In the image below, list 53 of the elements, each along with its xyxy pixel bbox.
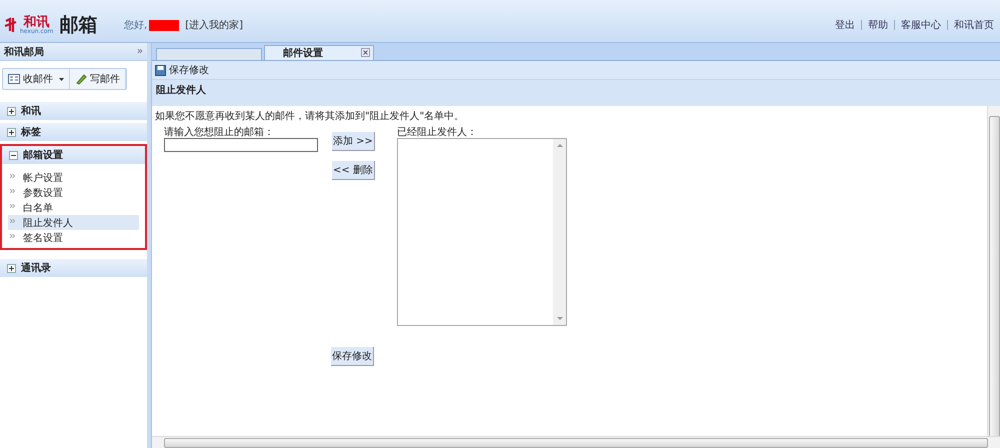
section-header[interactable]: 标签 (0, 123, 147, 141)
panel-title: 阻止发件人 (156, 85, 206, 96)
chevron-icon (10, 174, 15, 178)
chevron-icon (10, 204, 15, 208)
logo-brand: 和讯 (24, 16, 50, 28)
section-header[interactable]: 和讯 (0, 102, 147, 120)
blocked-list[interactable] (397, 138, 567, 326)
section-header[interactable]: 通讯录 (0, 259, 147, 277)
inbox-icon (8, 74, 20, 84)
header-link[interactable]: 客服中心 (901, 18, 941, 32)
chevron-icon (10, 234, 15, 238)
caret-icon (59, 78, 64, 80)
plus-icon (7, 128, 16, 136)
inbox-button[interactable]: 收邮件 (3, 69, 70, 89)
logo-product: 邮箱 (59, 13, 98, 38)
sidebar-item[interactable]: 参数设置 (8, 185, 139, 200)
header-link[interactable]: 帮助 (868, 18, 888, 32)
logo-icon (4, 17, 18, 33)
collapse-button[interactable]: » (136, 46, 143, 57)
greeting: 您好, (124, 19, 148, 32)
save-button[interactable]: 保存修改 (331, 347, 374, 366)
pencil-icon (75, 73, 87, 85)
header-link[interactable]: 登出 (835, 18, 855, 32)
home-link[interactable]: [进入我的家] (185, 18, 243, 32)
scroll-up-icon[interactable] (556, 144, 562, 147)
close-icon[interactable] (361, 48, 370, 57)
list-label: 已经阻止发件人： (397, 127, 478, 138)
remove-button[interactable]: << 删除 (332, 161, 375, 180)
scroll-down-icon[interactable] (556, 317, 562, 320)
minus-icon (9, 150, 18, 160)
tab[interactable] (156, 48, 262, 60)
chevron-icon (10, 188, 15, 192)
email-input[interactable] (164, 138, 318, 152)
vertical-scrollbar[interactable] (987, 106, 1000, 436)
sidebar-title: 和讯邮局 (4, 46, 44, 58)
sidebar-item[interactable]: 帐户设置 (8, 170, 139, 185)
sidebar-item[interactable]: 签名设置 (8, 230, 139, 245)
save-icon (155, 64, 166, 76)
chevron-icon (10, 218, 15, 222)
intro-text: 如果您不愿意再收到某人的邮件，请将其添加到"阻止发件人"名单中。 (155, 110, 466, 123)
redaction-bar (149, 20, 180, 30)
horizontal-scrollbar[interactable] (152, 436, 1000, 448)
tab[interactable]: 邮件设置 (264, 45, 374, 60)
header-link[interactable]: 和讯首页 (954, 18, 994, 32)
compose-button[interactable]: 写邮件 (70, 69, 126, 89)
input-label: 请输入您想阻止的邮箱： (164, 127, 275, 138)
sidebar-item[interactable]: 阻止发件人 (8, 215, 139, 230)
save-button[interactable]: 保存修改 (155, 63, 209, 77)
section-header[interactable]: 邮箱设置 (2, 146, 145, 164)
add-button[interactable]: 添加 >> (332, 132, 375, 151)
plus-icon (7, 106, 16, 116)
sidebar-item[interactable]: 白名单 (8, 200, 139, 215)
plus-icon (7, 264, 16, 272)
